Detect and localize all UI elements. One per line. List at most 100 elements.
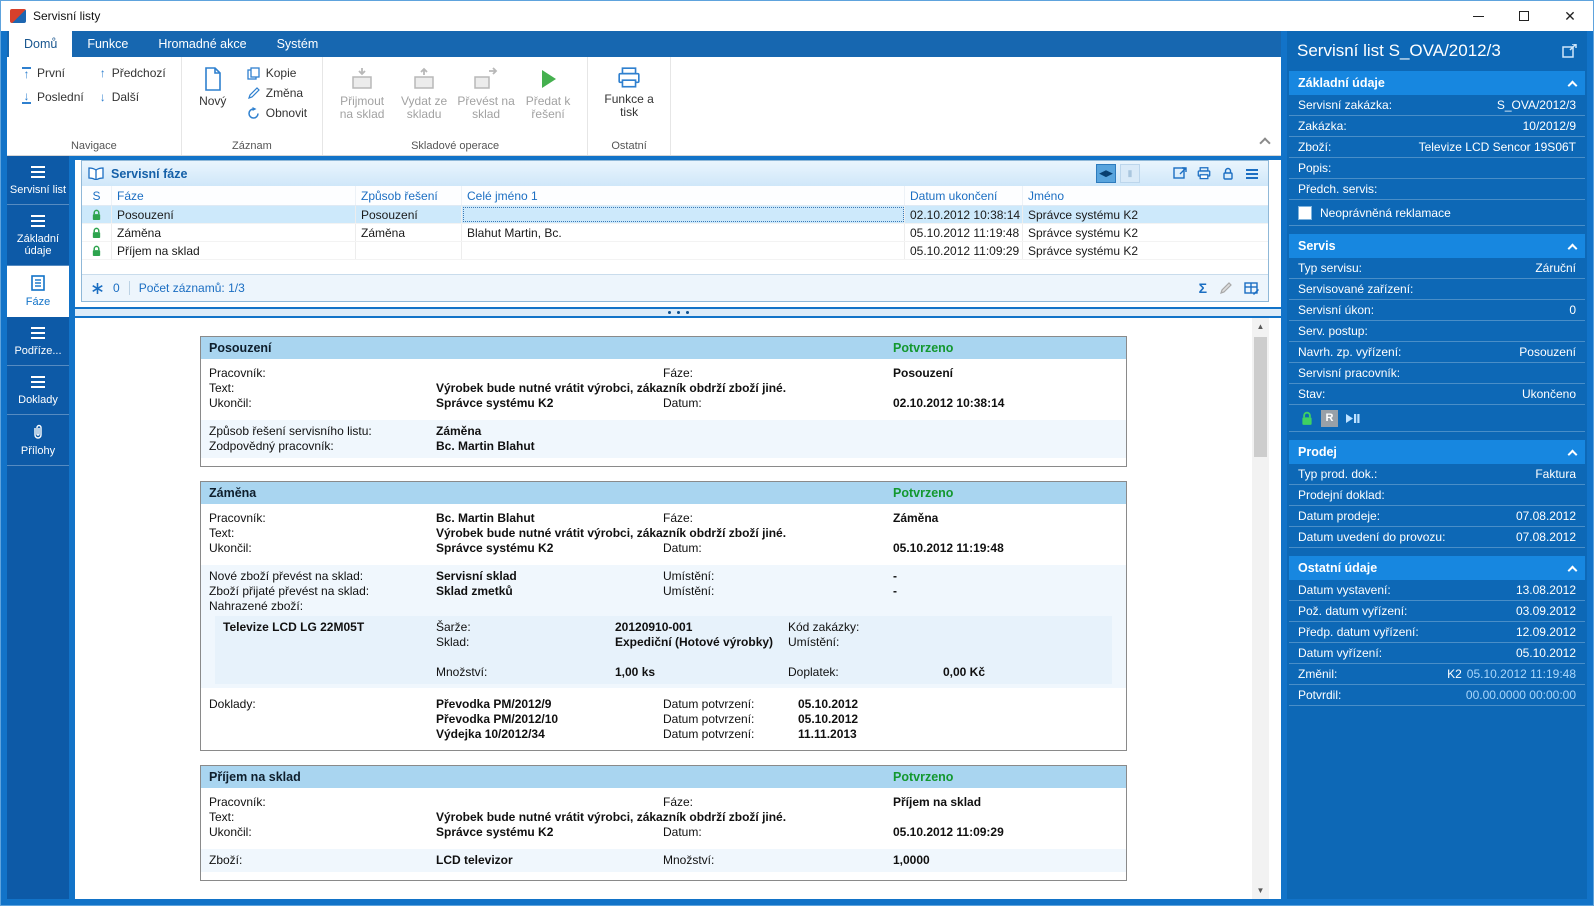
field-datum-vystaveni[interactable]: Datum vystavení:13.08.2012 (1289, 580, 1585, 601)
field-datum-prodeje[interactable]: Datum prodeje:07.08.2012 (1289, 506, 1585, 527)
field-label: Pracovník: (209, 795, 266, 809)
field-datum-uvedeni-do-provozu[interactable]: Datum uvedení do provozu:07.08.2012 (1289, 527, 1585, 548)
checkbox-icon[interactable] (1298, 206, 1312, 220)
panel-header: Záměna Potvrzeno (201, 482, 1126, 504)
minimize-button[interactable] (1455, 1, 1501, 31)
edit-pencil-icon[interactable] (1219, 282, 1232, 295)
scroll-down-icon[interactable]: ▼ (1252, 882, 1269, 899)
phase-detail-area: Posouzení Potvrzeno Pracovník: Fáze: Pos… (75, 318, 1281, 899)
section-header[interactable]: Ostatní údaje (1289, 556, 1585, 580)
table-row[interactable]: Příjem na sklad 05.10.2012 11:09:29 Sprá… (82, 242, 1268, 260)
section-header[interactable]: Prodej (1289, 440, 1585, 464)
maximize-button[interactable] (1501, 1, 1547, 31)
field-typ-prod-dok[interactable]: Typ prod. dok.:Faktura (1289, 464, 1585, 485)
transfer-to-stock-button[interactable]: Převést na sklad (455, 64, 517, 124)
field-predp-datum-vyrizeni[interactable]: Předp. datum vyřízení:12.09.2012 (1289, 622, 1585, 643)
table-row[interactable]: Posouzení Posouzení 02.10.2012 10:38:14 … (82, 206, 1268, 224)
export-button[interactable] (1170, 164, 1190, 183)
column-header-datum-ukonceni[interactable]: Datum ukončení (905, 186, 1023, 205)
ribbon-group-skladove-operace: Přijmout na sklad Vydat ze skladu Převés… (323, 57, 588, 155)
field-servisni-zakazka[interactable]: Servisní zakázka:S_OVA/2012/3 (1289, 95, 1585, 116)
sidebar-item-zakladni-udaje[interactable]: Základní údaje (7, 205, 69, 266)
field-servisni-ukon[interactable]: Servisní úkon:0 (1289, 300, 1585, 321)
refresh-button[interactable]: Obnovit (240, 104, 314, 122)
issue-from-stock-button[interactable]: Vydat ze skladu (393, 64, 455, 124)
tab-domu[interactable]: Domů (9, 31, 72, 57)
field-datum-vyrizeni[interactable]: Datum vyřízení:05.10.2012 (1289, 643, 1585, 664)
previous-button[interactable]: ↑ Předchozí (93, 64, 173, 82)
horizontal-splitter[interactable] (75, 307, 1281, 318)
field-servisovane-zarizeni[interactable]: Servisované zařízení: (1289, 279, 1585, 300)
new-record-button[interactable]: Nový (190, 64, 236, 111)
collapse-ribbon-chevron-icon[interactable] (1259, 137, 1270, 148)
external-window-icon[interactable] (1562, 44, 1577, 58)
column-header-cele-jmeno-1[interactable]: Celé jméno 1 (462, 186, 905, 205)
field-typ-servisu[interactable]: Typ servisu:Záruční (1289, 258, 1585, 279)
field-zakazka[interactable]: Zakázka:10/2012/9 (1289, 116, 1585, 137)
field-zbozi[interactable]: Zboží:Televize LCD Sencor 19S06T (1289, 137, 1585, 158)
last-button[interactable]: ↓ Poslední (15, 88, 91, 106)
functions-print-button[interactable]: Funkce a tisk (596, 64, 662, 122)
sidebar-item-prilohy[interactable]: Přílohy (7, 415, 69, 466)
side-panel-title-row: Servisní list S_OVA/2012/3 (1287, 31, 1587, 71)
arrow-down-to-bar-icon: ↓ (22, 91, 31, 104)
cell-faze: Posouzení (112, 206, 356, 223)
sidebar-item-servisni-list[interactable]: Servisní list (7, 156, 69, 205)
cell-zpusob-reseni: Záměna (356, 224, 462, 241)
field-neopravnena-reklamace: Neoprávněná reklamace (1289, 200, 1585, 226)
field-value: S_OVA/2012/3 (1497, 98, 1576, 112)
copy-button[interactable]: Kopie (240, 64, 314, 82)
section-header[interactable]: Servis (1289, 234, 1585, 258)
grid-edit-icon[interactable] (1244, 282, 1259, 295)
detail-row: Zboží: LCD televizor Množství: 1,0000 (201, 853, 1126, 868)
lock-button[interactable] (1218, 164, 1238, 183)
field-predch-servis[interactable]: Předch. servis: (1289, 179, 1585, 200)
handover-to-solution-button[interactable]: Předat k řešení (517, 64, 579, 124)
field-poz-datum-vyrizeni[interactable]: Pož. datum vyřízení:03.09.2012 (1289, 601, 1585, 622)
sidebar-item-doklady[interactable]: Doklady (7, 366, 69, 415)
change-button[interactable]: Změna (240, 84, 314, 102)
tab-funkce[interactable]: Funkce (72, 31, 143, 57)
section-header[interactable]: Základní údaje (1289, 71, 1585, 95)
print-button[interactable] (1194, 164, 1214, 183)
close-button[interactable]: ✕ (1547, 1, 1593, 31)
grid-menu-button[interactable] (1242, 164, 1262, 183)
receive-to-stock-button[interactable]: Přijmout na sklad (331, 64, 393, 124)
tab-hromadne-akce[interactable]: Hromadné akce (143, 31, 261, 57)
panel-header: Příjem na sklad Potvrzeno (201, 766, 1126, 788)
sidebar-item-faze[interactable]: Fáze (7, 266, 69, 317)
field-value: 05.10.2012 (798, 712, 858, 726)
column-header-zpusob-reseni[interactable]: Způsob řešení (356, 186, 462, 205)
field-servisni-pracovnik[interactable]: Servisní pracovník: (1289, 363, 1585, 384)
column-header-faze[interactable]: Fáze (112, 186, 356, 205)
field-zmenil[interactable]: Změnil:K205.10.2012 11:19:48 (1289, 664, 1585, 685)
field-label: Zboží: (1298, 140, 1331, 154)
scrollbar-track[interactable] (1252, 335, 1269, 882)
sum-icon[interactable]: Σ (1199, 280, 1207, 296)
column-header-jmeno[interactable]: Jméno (1023, 186, 1268, 205)
goods-row: Sklad: Expediční (Hotové výrobky) Umístě… (215, 635, 1112, 665)
field-navrh-zp-vyrizeni[interactable]: Navrh. zp. vyřízení:Posouzení (1289, 342, 1585, 363)
split-horizontal-button[interactable]: ▮ (1120, 164, 1140, 183)
column-header-s[interactable]: S (82, 186, 112, 205)
table-row[interactable]: Záměna Záměna Blahut Martin, Bc. 05.10.2… (82, 224, 1268, 242)
field-serv-postup[interactable]: Serv. postup: (1289, 321, 1585, 342)
sidebar-item-podrizene[interactable]: Podříze... (7, 317, 69, 366)
arrow-up-to-bar-icon: ↑ (22, 67, 31, 80)
left-sidebar: Servisní list Základní údaje Fáze Podříz… (7, 156, 69, 899)
scrollbar-thumb[interactable] (1254, 337, 1267, 457)
first-button[interactable]: ↑ První (15, 64, 91, 82)
box-arrow-right-icon (473, 67, 499, 91)
scroll-up-icon[interactable]: ▲ (1252, 318, 1269, 335)
field-value: 03.09.2012 (1516, 604, 1576, 618)
field-prodejni-doklad[interactable]: Prodejní doklad: (1289, 485, 1585, 506)
field-value: 0 (1569, 303, 1576, 317)
field-popis[interactable]: Popis: (1289, 158, 1585, 179)
field-potvrdil[interactable]: Potvrdil:00.00.0000 00:00:00 (1289, 685, 1585, 706)
tab-system[interactable]: Systém (262, 31, 334, 57)
vertical-scrollbar[interactable]: ▲ ▼ (1252, 318, 1269, 899)
field-stav[interactable]: Stav:Ukončeno (1289, 384, 1585, 405)
button-label: Vydat ze skladu (394, 95, 454, 121)
next-button[interactable]: ↓ Další (93, 88, 173, 106)
split-vertical-button[interactable]: ◀▶ (1096, 164, 1116, 183)
